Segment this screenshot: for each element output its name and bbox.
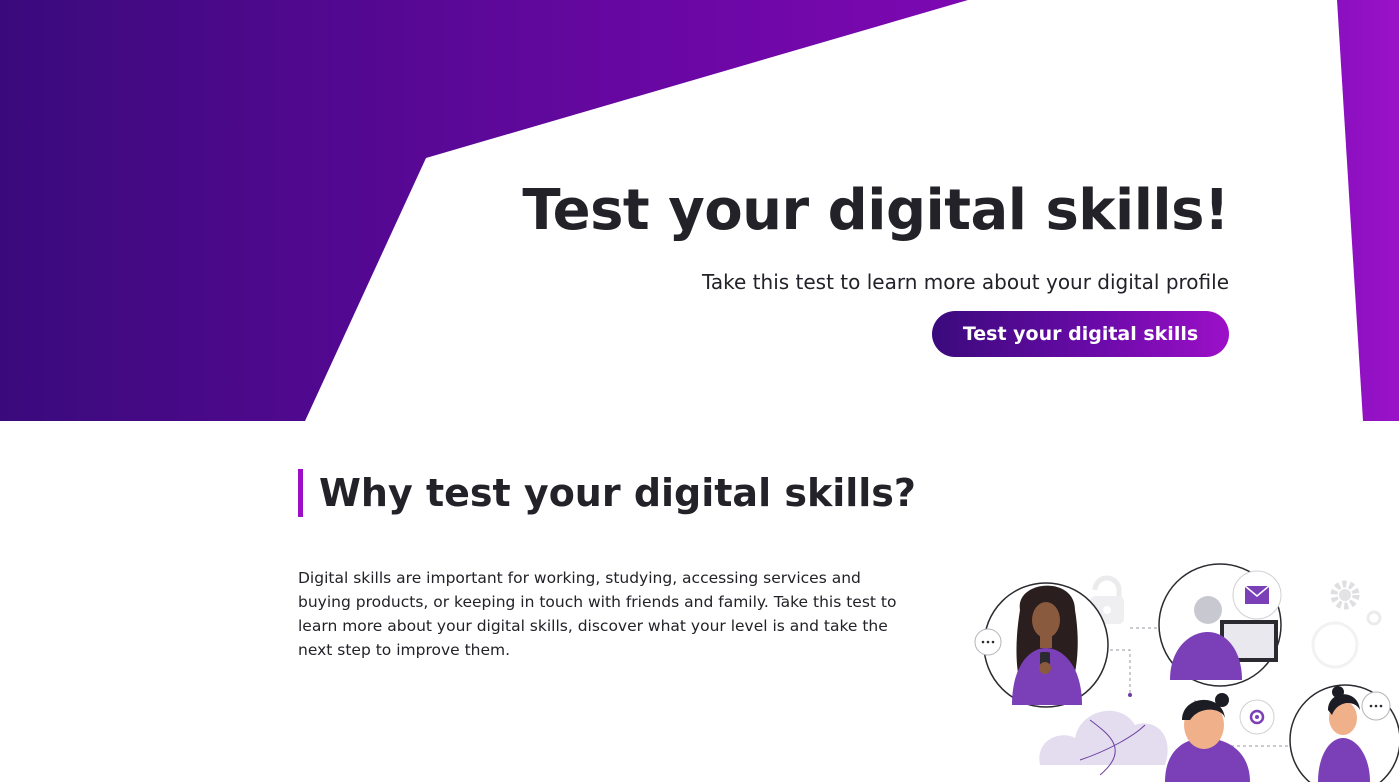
why-section-text: Digital skills are important for working…	[298, 569, 897, 659]
why-section-heading: Why test your digital skills?	[298, 469, 916, 517]
hero-title: Test your digital skills!	[522, 178, 1229, 243]
hero-banner: Test your digital skills! Take this test…	[0, 0, 1399, 421]
woman-with-phone-figure	[983, 582, 1109, 708]
man-with-bun-figure	[1165, 693, 1250, 782]
hero-right-shape	[1337, 0, 1399, 421]
envelope-icon	[1232, 570, 1282, 620]
chat-bubble-icon	[1361, 691, 1391, 721]
test-digital-skills-button[interactable]: Test your digital skills	[932, 311, 1229, 357]
at-sign-icon	[1239, 699, 1275, 735]
page: Test your digital skills! Take this test…	[0, 0, 1399, 782]
digital-people-illustration	[974, 563, 1399, 782]
chat-bubble-icon	[974, 628, 1002, 656]
hero-subtitle: Take this test to learn more about your …	[701, 270, 1229, 294]
gear-icon	[1311, 580, 1382, 669]
